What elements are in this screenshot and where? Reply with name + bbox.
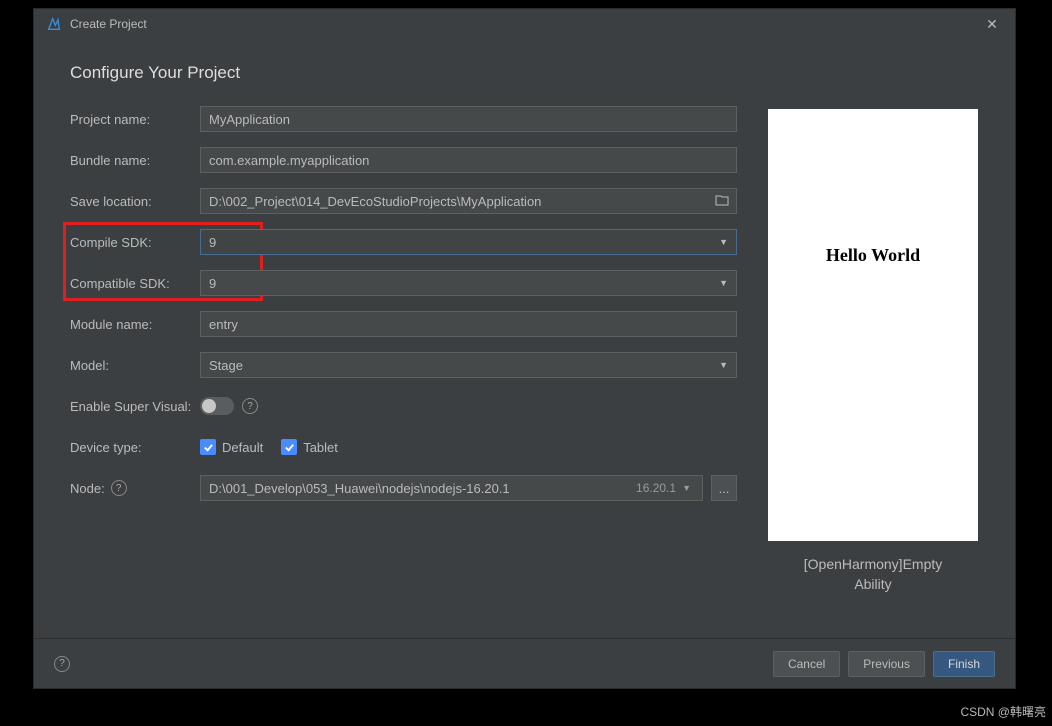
device-tablet-label: Tablet (303, 440, 338, 455)
form-column: Project name: Bundle name: Save location… (70, 105, 737, 638)
device-type-label: Device type: (70, 440, 200, 455)
node-version-value: 16.20.1 (636, 481, 676, 495)
bundle-name-input[interactable] (200, 147, 737, 173)
preview-hello-world: Hello World (826, 245, 920, 266)
compatible-sdk-select[interactable]: 9 ▼ (200, 270, 737, 296)
save-location-input[interactable] (200, 188, 737, 214)
preview-caption: [OpenHarmony]Empty Ability (804, 555, 943, 594)
page-title: Configure Your Project (70, 63, 979, 83)
title-bar: Create Project ✕ (34, 9, 1015, 39)
folder-browse-icon[interactable] (715, 194, 729, 209)
preview-device-frame: Hello World (768, 109, 978, 541)
close-icon[interactable]: ✕ (977, 16, 1007, 33)
model-label: Model: (70, 358, 200, 373)
chevron-down-icon: ▼ (682, 483, 691, 493)
finish-button[interactable]: Finish (933, 651, 995, 677)
toggle-knob (202, 399, 216, 413)
dialog-content: Configure Your Project Project name: Bun… (34, 39, 1015, 638)
compile-sdk-select[interactable]: 9 ▼ (200, 229, 737, 255)
device-default-checkbox[interactable] (200, 439, 216, 455)
chevron-down-icon: ▼ (719, 360, 728, 370)
module-name-input[interactable] (200, 311, 737, 337)
help-icon[interactable]: ? (111, 480, 127, 496)
model-select[interactable]: Stage ▼ (200, 352, 737, 378)
project-name-label: Project name: (70, 112, 200, 127)
app-logo-icon (46, 16, 62, 32)
compatible-sdk-value: 9 (209, 276, 216, 291)
create-project-dialog: Create Project ✕ Configure Your Project … (33, 8, 1016, 689)
node-path-input[interactable] (200, 475, 703, 501)
help-icon[interactable]: ? (242, 398, 258, 414)
help-icon[interactable]: ? (54, 656, 70, 672)
enable-super-visual-label: Enable Super Visual: (70, 399, 200, 414)
watermark-text: CSDN @韩曙亮 (960, 703, 1046, 720)
node-more-button[interactable]: ... (711, 475, 737, 501)
compile-sdk-value: 9 (209, 235, 216, 250)
chevron-down-icon: ▼ (719, 237, 728, 247)
save-location-label: Save location: (70, 194, 200, 209)
compatible-sdk-label: Compatible SDK: (70, 276, 200, 291)
enable-super-visual-toggle[interactable] (200, 397, 234, 415)
device-default-label: Default (222, 440, 263, 455)
cancel-button[interactable]: Cancel (773, 651, 840, 677)
previous-button[interactable]: Previous (848, 651, 925, 677)
window-title: Create Project (70, 17, 977, 31)
dialog-footer: ? Cancel Previous Finish (34, 638, 1015, 688)
project-name-input[interactable] (200, 106, 737, 132)
node-version-dropdown[interactable]: 16.20.1 ▼ (636, 481, 691, 495)
device-tablet-checkbox[interactable] (281, 439, 297, 455)
compile-sdk-label: Compile SDK: (70, 235, 200, 250)
chevron-down-icon: ▼ (719, 278, 728, 288)
bundle-name-label: Bundle name: (70, 153, 200, 168)
model-value: Stage (209, 358, 243, 373)
node-label: Node: ? (70, 480, 200, 496)
module-name-label: Module name: (70, 317, 200, 332)
preview-column: Hello World [OpenHarmony]Empty Ability (767, 105, 979, 638)
